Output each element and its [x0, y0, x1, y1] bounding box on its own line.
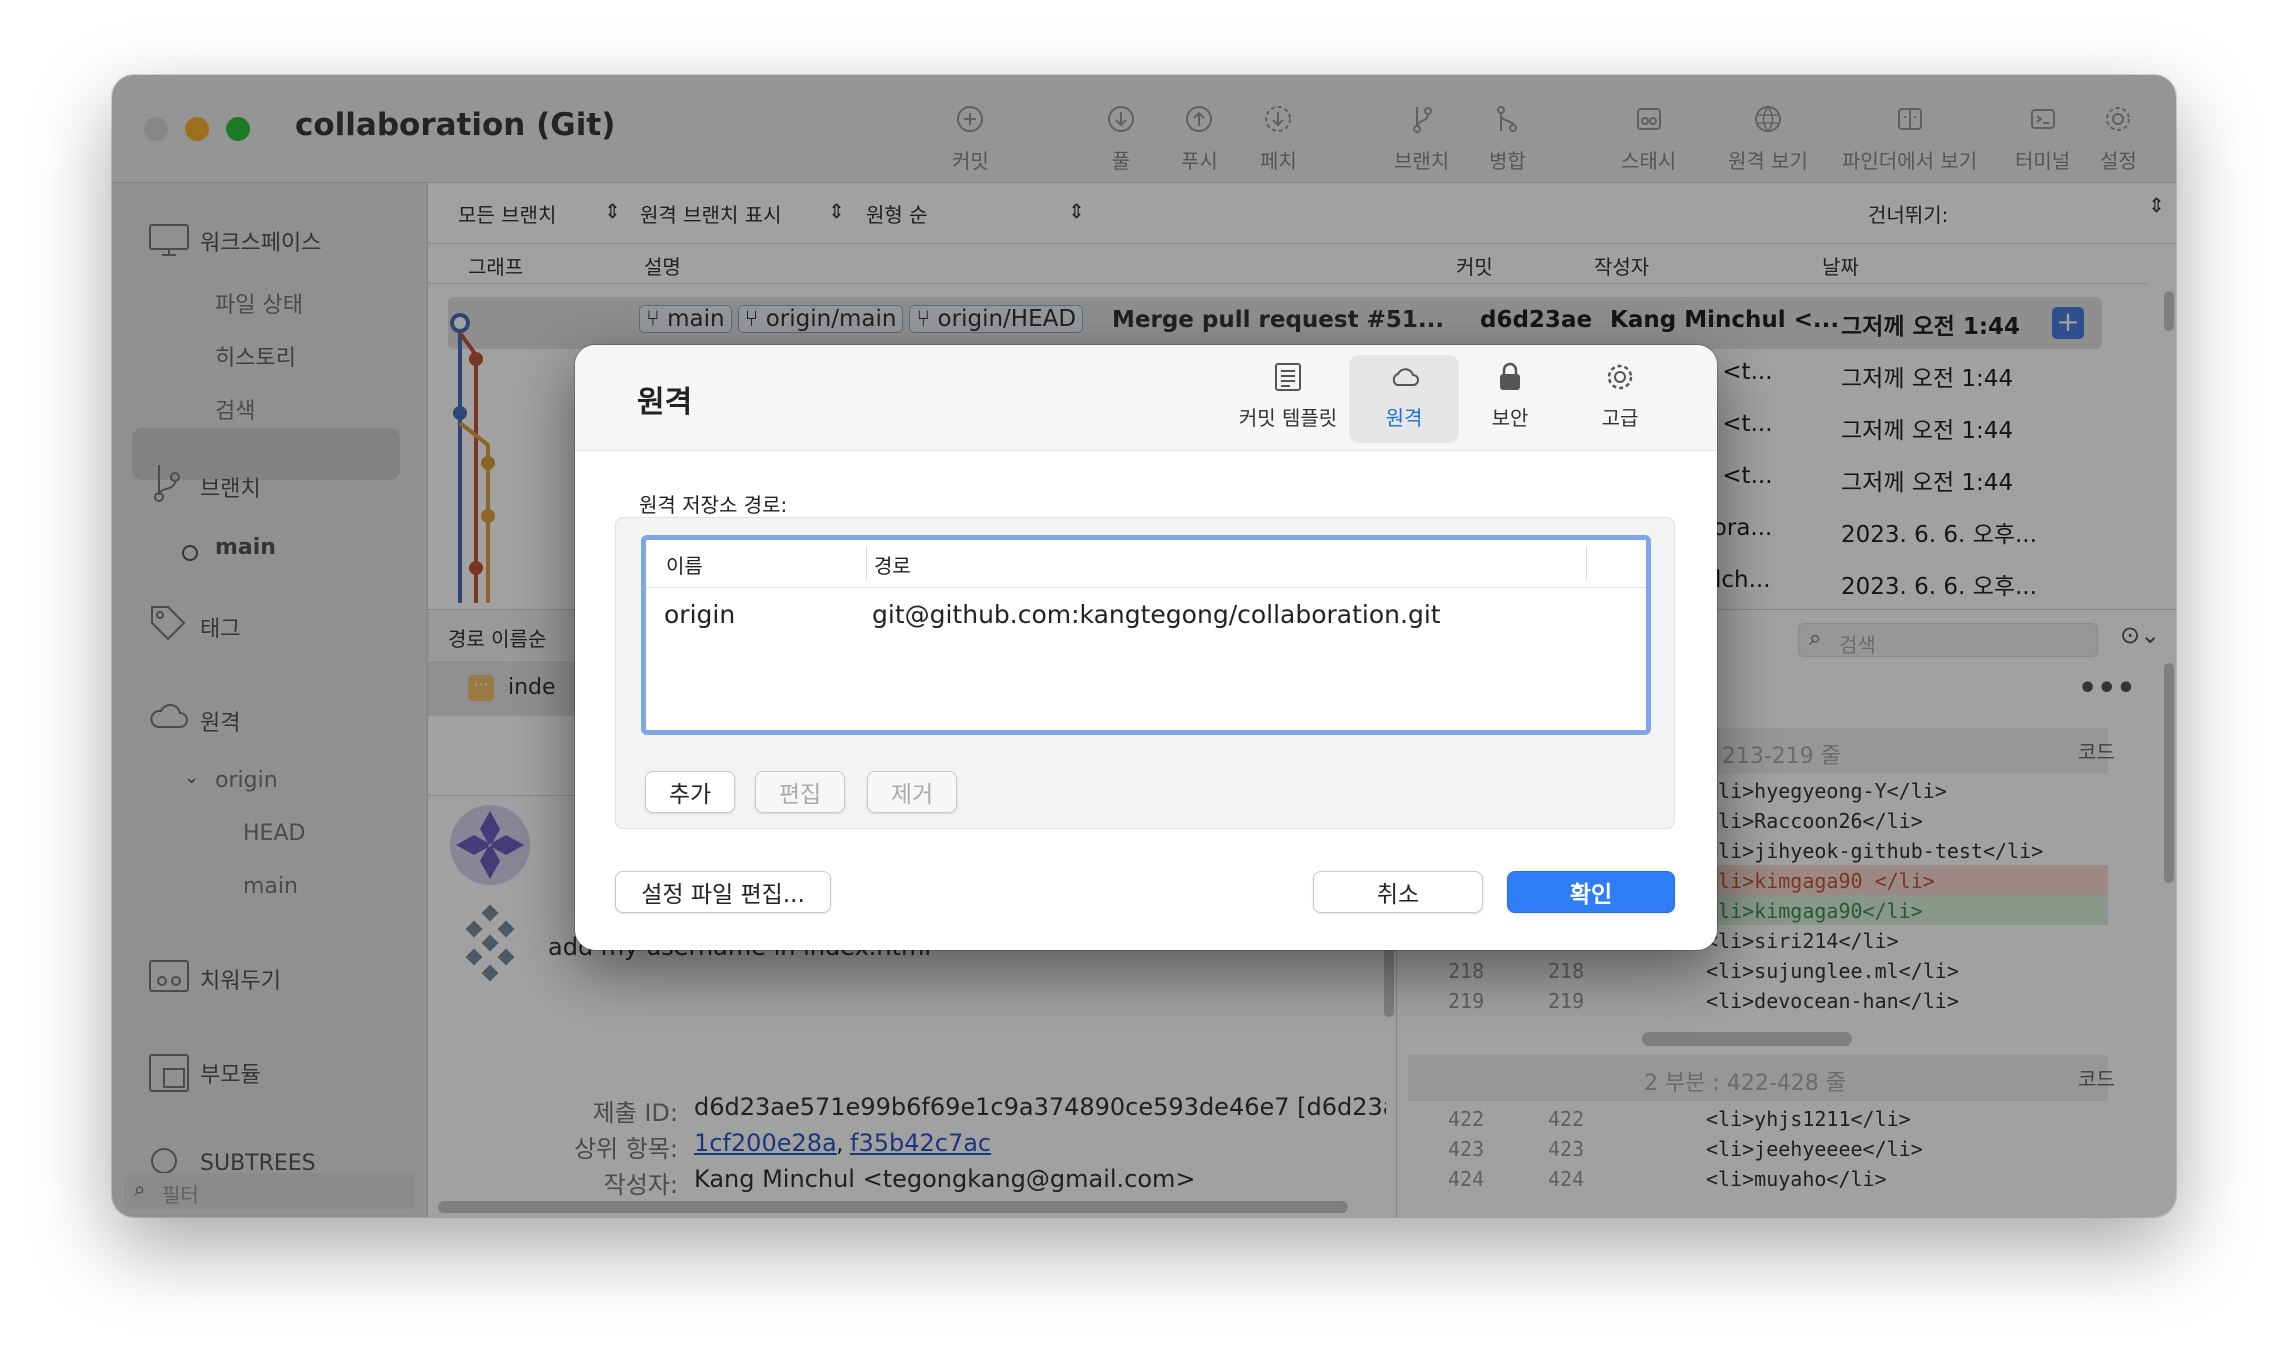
dialog-title: 원격	[637, 385, 693, 420]
cancel-button[interactable]: 취소	[1313, 871, 1483, 913]
dialog-header: 원격 커밋 템플릿 원격 보안 고급	[575, 345, 1717, 451]
table-header-path[interactable]: 경로	[874, 550, 911, 579]
tab-remote[interactable]: 원격	[1349, 355, 1459, 443]
remote-settings-dialog: 원격 커밋 템플릿 원격 보안 고급 원격 저장소 경로: 이름 경로 orig…	[575, 345, 1717, 950]
tab-security[interactable]: 보안	[1455, 355, 1565, 443]
edit-remote-button[interactable]: 편집	[755, 771, 845, 813]
remove-remote-button[interactable]: 제거	[867, 771, 957, 813]
tab-commit-template[interactable]: 커밋 템플릿	[1233, 355, 1343, 443]
table-row[interactable]: origin git@github.com:kangtegong/collabo…	[646, 592, 1646, 638]
add-remote-button[interactable]: 추가	[645, 771, 735, 813]
column-divider	[866, 546, 867, 580]
table-header-name[interactable]: 이름	[666, 550, 703, 579]
remote-table[interactable]: 이름 경로 origin git@github.com:kangtegong/c…	[641, 535, 1651, 735]
tab-advanced[interactable]: 고급	[1565, 355, 1675, 443]
cloud-icon	[1387, 360, 1421, 394]
remote-path-cell: git@github.com:kangtegong/collaboration.…	[872, 600, 1441, 629]
ok-button[interactable]: 확인	[1507, 871, 1675, 913]
lock-icon	[1493, 360, 1527, 394]
edit-config-file-button[interactable]: 설정 파일 편집...	[615, 871, 831, 913]
divider	[646, 587, 1646, 588]
gear-icon	[1603, 360, 1637, 394]
remote-name-cell: origin	[664, 600, 736, 629]
document-icon	[1271, 360, 1305, 394]
remote-path-label: 원격 저장소 경로:	[639, 493, 788, 517]
column-divider	[1586, 546, 1587, 580]
